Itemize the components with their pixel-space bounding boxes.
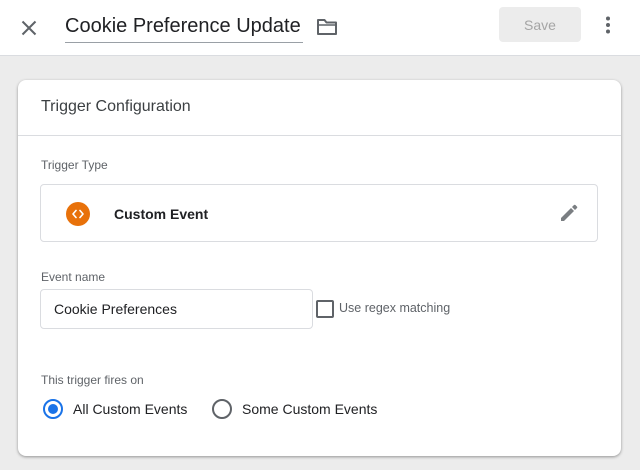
radio-all-custom-events[interactable] — [43, 399, 63, 419]
edit-pencil-icon[interactable] — [558, 202, 580, 224]
more-vert-icon — [606, 16, 610, 34]
radio-some-custom-events[interactable] — [212, 399, 232, 419]
trigger-name-input[interactable]: Cookie Preference Update — [65, 13, 303, 43]
event-name-label: Event name — [41, 270, 106, 284]
regex-checkbox[interactable] — [316, 300, 334, 318]
regex-checkbox-label: Use regex matching — [339, 301, 451, 315]
save-button[interactable]: Save — [499, 7, 581, 42]
trigger-type-selector[interactable]: Custom Event — [40, 184, 598, 242]
card-header: Trigger Configuration — [18, 80, 621, 136]
trigger-configuration-card: Trigger Configuration Trigger Type Custo… — [18, 80, 621, 456]
fires-on-label: This trigger fires on — [41, 373, 144, 387]
more-options-button[interactable] — [596, 10, 620, 40]
close-icon — [21, 20, 37, 36]
card-title: Trigger Configuration — [41, 98, 191, 115]
trigger-type-name: Custom Event — [114, 206, 209, 222]
top-bar: Cookie Preference Update Save — [0, 0, 640, 56]
folder-button[interactable] — [313, 13, 341, 41]
code-brackets-icon — [66, 202, 90, 226]
folder-icon — [317, 19, 337, 35]
close-button[interactable] — [13, 12, 45, 44]
radio-label-all-custom-events: All Custom Events — [73, 401, 188, 417]
radio-label-some-custom-events: Some Custom Events — [242, 401, 378, 417]
event-name-input[interactable] — [40, 289, 313, 329]
trigger-type-label: Trigger Type — [41, 158, 108, 172]
